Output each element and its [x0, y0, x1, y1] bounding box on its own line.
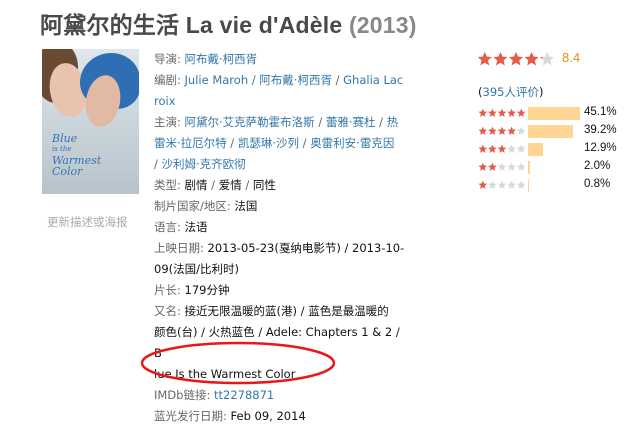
rating-stars [477, 51, 555, 66]
cast-link[interactable]: 热 [387, 115, 399, 129]
release-row: 上映日期: 2013-05-23(戛纳电影节) / 2013-10- [154, 241, 405, 255]
update-description-link[interactable]: 更新描述或海报 [47, 214, 128, 230]
cast-link[interactable]: 阿黛尔·艾克萨勒霍布洛斯 [185, 115, 315, 129]
runtime-row: 片长: 179分钟 [154, 283, 230, 297]
runtime-value: 179分钟 [184, 283, 230, 297]
dist-bar [528, 125, 574, 138]
aka-value: lue Is the Warmest Color [154, 367, 296, 381]
cast-link[interactable]: 蕾雅·赛杜 [326, 115, 376, 129]
writer-link[interactable]: 阿布戴·柯西胥 [259, 73, 332, 87]
director-row: 导演: 阿布戴·柯西胥 [154, 52, 258, 66]
dist-stars-icon [478, 108, 526, 117]
aka-value: 颜色(台) / 火热蓝色 / Adele: Chapters 1 & 2 / B [154, 325, 400, 360]
dist-percent: 0.8% [584, 178, 611, 190]
rating-distribution: 45.1% 39.2% 12.9% 2.0% 0.8% [478, 105, 638, 195]
writer-link[interactable]: Julie Maroh [185, 73, 249, 87]
country-value: 法国 [234, 199, 258, 213]
dist-stars-icon [478, 162, 526, 171]
genre-row: 类型: 剧情 / 爱情 / 同性 [154, 178, 276, 192]
dist-bar [528, 161, 531, 174]
dist-percent: 2.0% [584, 160, 611, 172]
movie-year: (2013) [348, 12, 417, 38]
dist-stars-icon [478, 126, 526, 135]
dist-bar [528, 179, 529, 192]
release-date: 2013-05-23(戛纳电影节) / 2013-10- [207, 241, 405, 255]
aka-value: 接近无限温暖的蓝(港) / 蓝色是最温暖的 [184, 304, 389, 318]
rating-dist-row: 39.2% [478, 123, 638, 141]
votes-link[interactable]: (395人评价) [478, 84, 543, 100]
imdb-row: IMDb链接: tt2278871 [154, 388, 275, 402]
rating-dist-row: 0.8% [478, 177, 638, 195]
writer-link[interactable]: roix [154, 94, 176, 108]
dist-percent: 45.1% [584, 106, 617, 118]
rating-score: 8.4 [562, 50, 581, 65]
rating-dist-row: 2.0% [478, 159, 638, 177]
dist-stars-icon [478, 144, 526, 153]
cast-link[interactable]: 沙利姆·克齐欧彻 [162, 157, 246, 171]
aka-row: 又名: 接近无限温暖的蓝(港) / 蓝色是最温暖的 [154, 304, 389, 318]
page-title: 阿黛尔的生活 La vie d'Adèle (2013) [40, 6, 417, 40]
movie-poster[interactable]: Blue is the Warmest Color [42, 49, 139, 194]
votes-count[interactable]: 395人评价 [483, 85, 539, 99]
bluray-row: 蓝光发行日期: Feb 09, 2014 [154, 409, 306, 423]
dist-percent: 39.2% [584, 124, 617, 136]
language-row: 语言: 法语 [154, 220, 208, 234]
country-row: 制片国家/地区: 法国 [154, 199, 258, 213]
rating-dist-row: 12.9% [478, 141, 638, 159]
movie-title: 阿黛尔的生活 La vie d'Adèle [40, 12, 343, 38]
cast-row: 主演: 阿黛尔·艾克萨勒霍布洛斯 / 蕾雅·赛杜 / 热 [154, 115, 399, 129]
dist-bar [528, 143, 543, 156]
cast-link[interactable]: 凯瑟琳·沙列 [238, 136, 299, 150]
language-value: 法语 [184, 220, 208, 234]
genre: 同性 [252, 178, 276, 192]
genre: 爱情 [218, 178, 242, 192]
dist-bar [528, 107, 580, 120]
dist-percent: 12.9% [584, 142, 617, 154]
bluray-date: Feb 09, 2014 [230, 409, 306, 423]
writer-link[interactable]: Ghalia Lac [343, 73, 403, 87]
movie-info: 导演: 阿布戴·柯西胥 编剧: Julie Maroh / 阿布戴·柯西胥 / … [154, 49, 410, 427]
rating-dist-row: 45.1% [478, 105, 638, 123]
genre: 剧情 [184, 178, 208, 192]
poster-title: Blue is the Warmest Color [52, 132, 102, 178]
release-date-cont: 09(法国/比利时) [154, 262, 239, 276]
writer-row: 编剧: Julie Maroh / 阿布戴·柯西胥 / Ghalia Lac [154, 73, 404, 87]
director-link[interactable]: 阿布戴·柯西胥 [185, 52, 258, 66]
cast-link[interactable]: 雷米·拉厄尔特 [154, 136, 227, 150]
cast-link[interactable]: 奥雷利安·雷克因 [310, 136, 394, 150]
dist-stars-icon [478, 180, 526, 189]
